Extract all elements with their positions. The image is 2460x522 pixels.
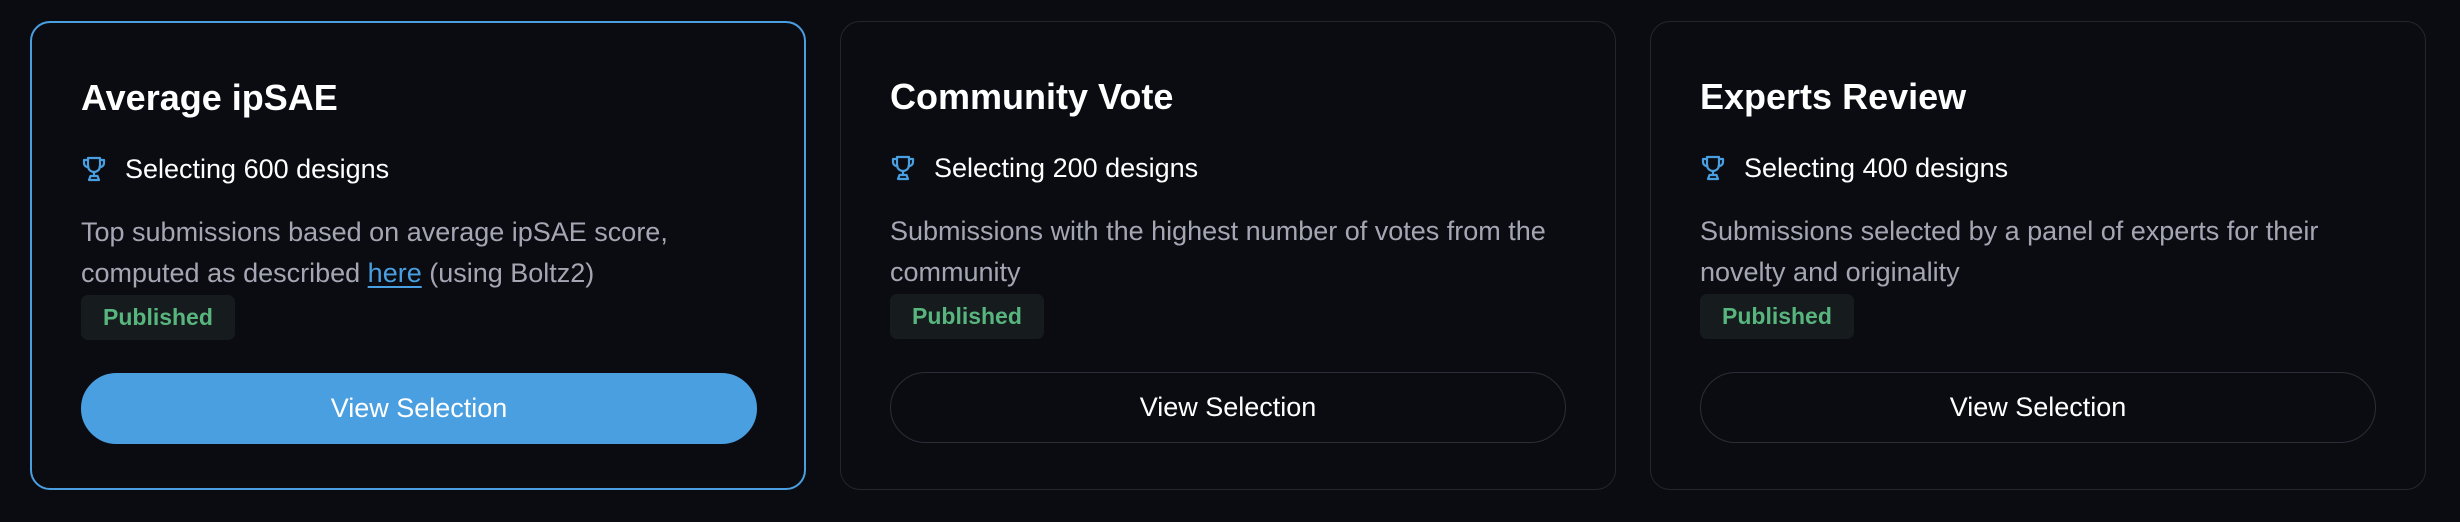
status-badge: Published [890,294,1044,339]
trophy-icon [1700,154,1726,182]
view-selection-button[interactable]: View Selection [890,372,1566,443]
card-title: Community Vote [890,76,1174,117]
card-subtitle: Selecting 200 designs [890,148,1198,188]
status-badge: Published [1700,294,1854,339]
status-badge: Published [81,295,235,340]
design-count: Selecting 600 designs [125,154,390,184]
description-link[interactable]: here [368,258,422,288]
card-description: Submissions with the highest number of v… [890,216,1546,287]
selection-card-experts-review[interactable]: Experts Review Selecting 400 designs Sub… [1650,21,2426,490]
card-description: Submissions selected by a panel of exper… [1700,216,2319,287]
card-subtitle: Selecting 400 designs [1700,148,2008,188]
design-count: Selecting 200 designs [934,153,1199,183]
card-subtitle: Selecting 600 designs [81,149,389,189]
card-title: Average ipSAE [81,77,338,118]
selection-card-community-vote[interactable]: Community Vote Selecting 200 designs Sub… [840,21,1616,490]
view-selection-button[interactable]: View Selection [81,373,757,444]
selection-card-average-ipsae[interactable]: Average ipSAE Selecting 600 designs Top … [30,21,806,490]
view-selection-button[interactable]: View Selection [1700,372,2376,443]
selection-cards: Average ipSAE Selecting 600 designs Top … [0,0,2460,522]
design-count: Selecting 400 designs [1744,153,2009,183]
trophy-icon [81,155,107,183]
card-description: Top submissions based on average ipSAE s… [81,212,771,294]
description-text-suffix: (using Boltz2) [421,258,595,288]
card-title: Experts Review [1700,76,1967,117]
trophy-icon [890,154,916,182]
